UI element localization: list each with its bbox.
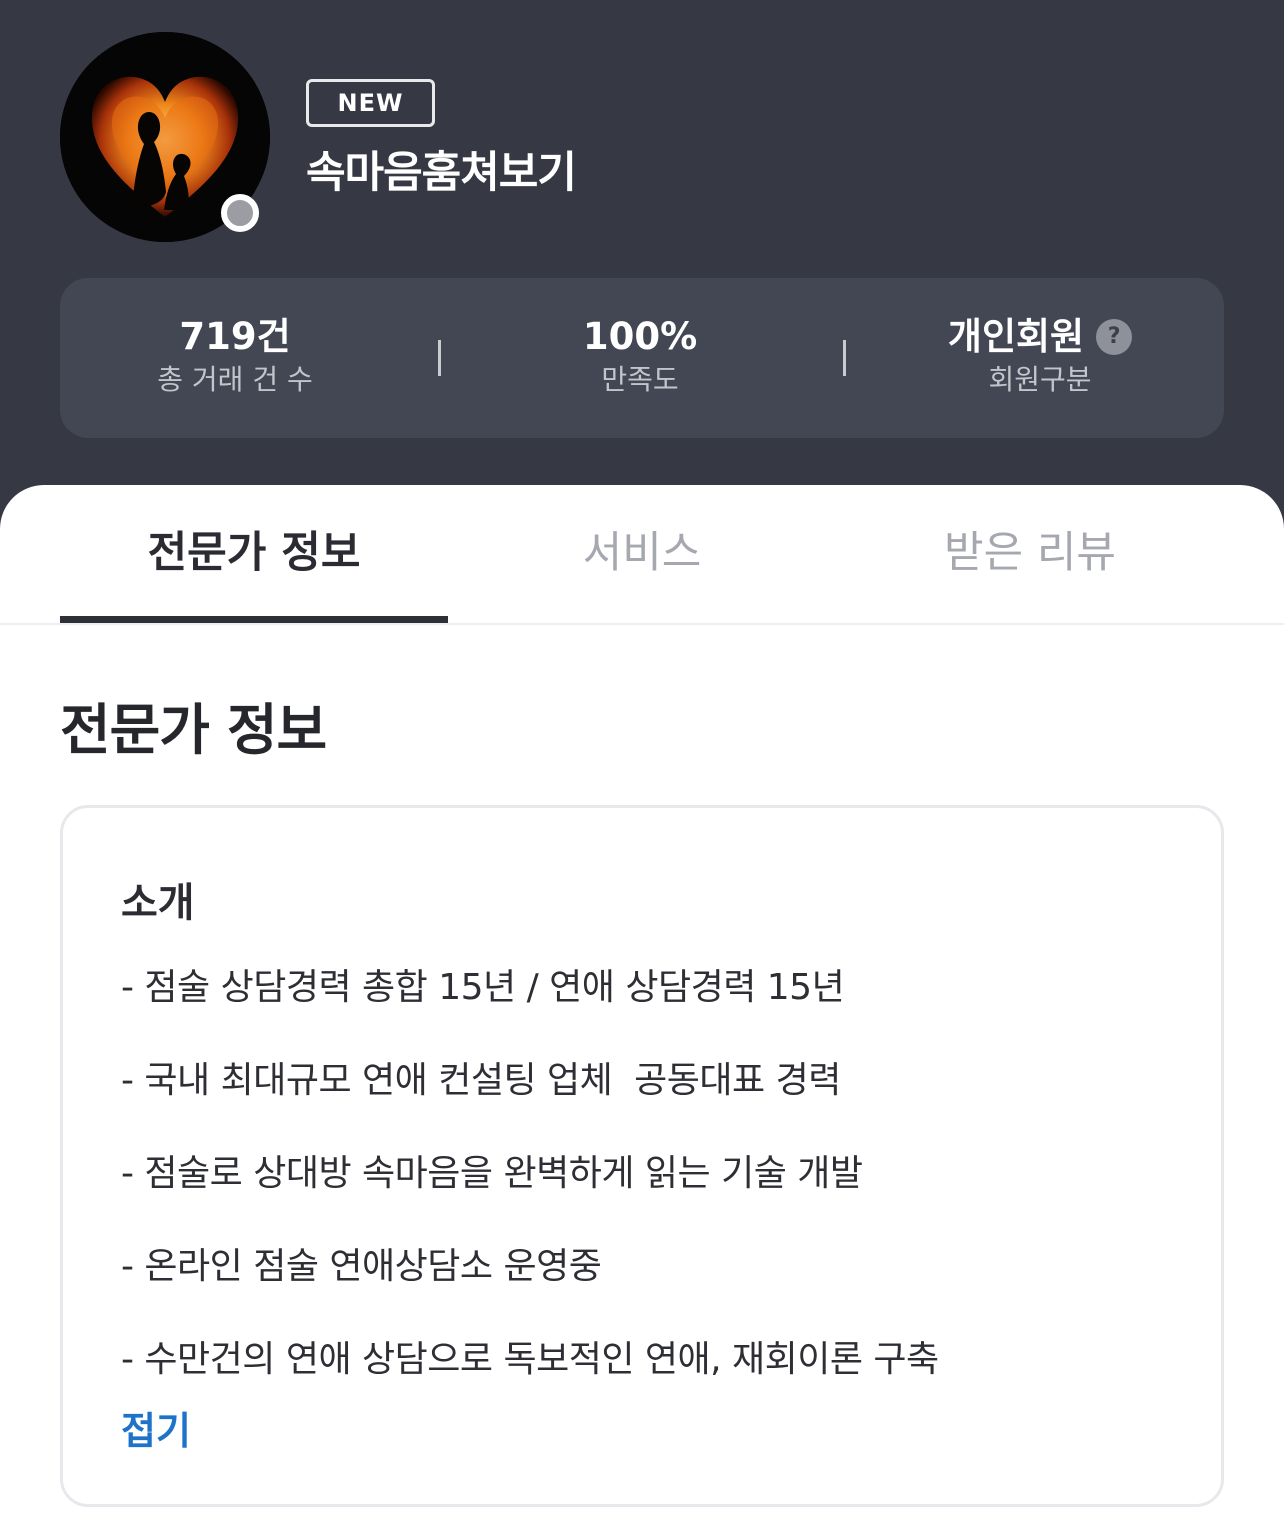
profile-header: NEW 속마음훔쳐보기 719건 총 거래 건 수 100% 만족도 개인회원 … xyxy=(0,0,1284,560)
member-type-row: 개인회원 ? xyxy=(880,314,1200,360)
member-type-label: 회원구분 xyxy=(988,363,1092,396)
stats-panel: 719건 총 거래 건 수 100% 만족도 개인회원 ? 회원구분 xyxy=(60,278,1224,438)
expert-nickname: 속마음훔쳐보기 xyxy=(306,148,577,198)
intro-line: - 수만건의 연애 상담으로 독보적인 연애, 재회이론 구축 xyxy=(121,1339,939,1380)
online-status-indicator xyxy=(221,194,259,232)
tab-reviews[interactable]: 받은 리뷰 xyxy=(836,525,1224,581)
tab-expert-info[interactable]: 전문가 정보 xyxy=(60,525,448,581)
member-type-value: 개인회원 xyxy=(947,315,1085,358)
transactions-label: 총 거래 건 수 xyxy=(157,363,313,396)
transactions-count: 719건 xyxy=(179,315,291,358)
intro-line: - 점술로 상대방 속마음을 완벽하게 읽는 기술 개발 xyxy=(121,1153,863,1194)
satisfaction-value: 100% xyxy=(582,315,698,358)
intro-line: - 점술 상담경력 총합 15년 / 연애 상담경력 15년 xyxy=(121,967,845,1008)
fold-button[interactable]: 접기 xyxy=(121,1400,191,1455)
help-icon[interactable]: ? xyxy=(1096,319,1133,355)
content-sheet: 전문가 정보 서비스 받은 리뷰 전문가 정보 소개 - 점술 상담경력 총합 … xyxy=(0,485,1284,1528)
stats-divider xyxy=(843,340,846,376)
tabs-border xyxy=(0,623,1284,625)
tab-services[interactable]: 서비스 xyxy=(448,525,836,581)
intro-card: 소개 - 점술 상담경력 총합 15년 / 연애 상담경력 15년 - 국내 최… xyxy=(60,805,1224,1507)
intro-title: 소개 xyxy=(121,880,195,926)
new-badge: NEW xyxy=(306,79,435,127)
stat-satisfaction: 100% 만족도 xyxy=(480,314,800,400)
satisfaction-label: 만족도 xyxy=(601,363,679,396)
intro-line: - 국내 최대규모 연애 컨설팅 업체 공동대표 경력 xyxy=(121,1060,841,1101)
active-tab-indicator xyxy=(60,616,448,623)
intro-line: - 온라인 점술 연애상담소 운영중 xyxy=(121,1246,602,1287)
section-title: 전문가 정보 xyxy=(60,698,327,762)
stat-member-type: 개인회원 ? 회원구분 xyxy=(880,314,1200,400)
stats-divider xyxy=(438,340,441,376)
stat-transactions: 719건 총 거래 건 수 xyxy=(75,314,395,400)
